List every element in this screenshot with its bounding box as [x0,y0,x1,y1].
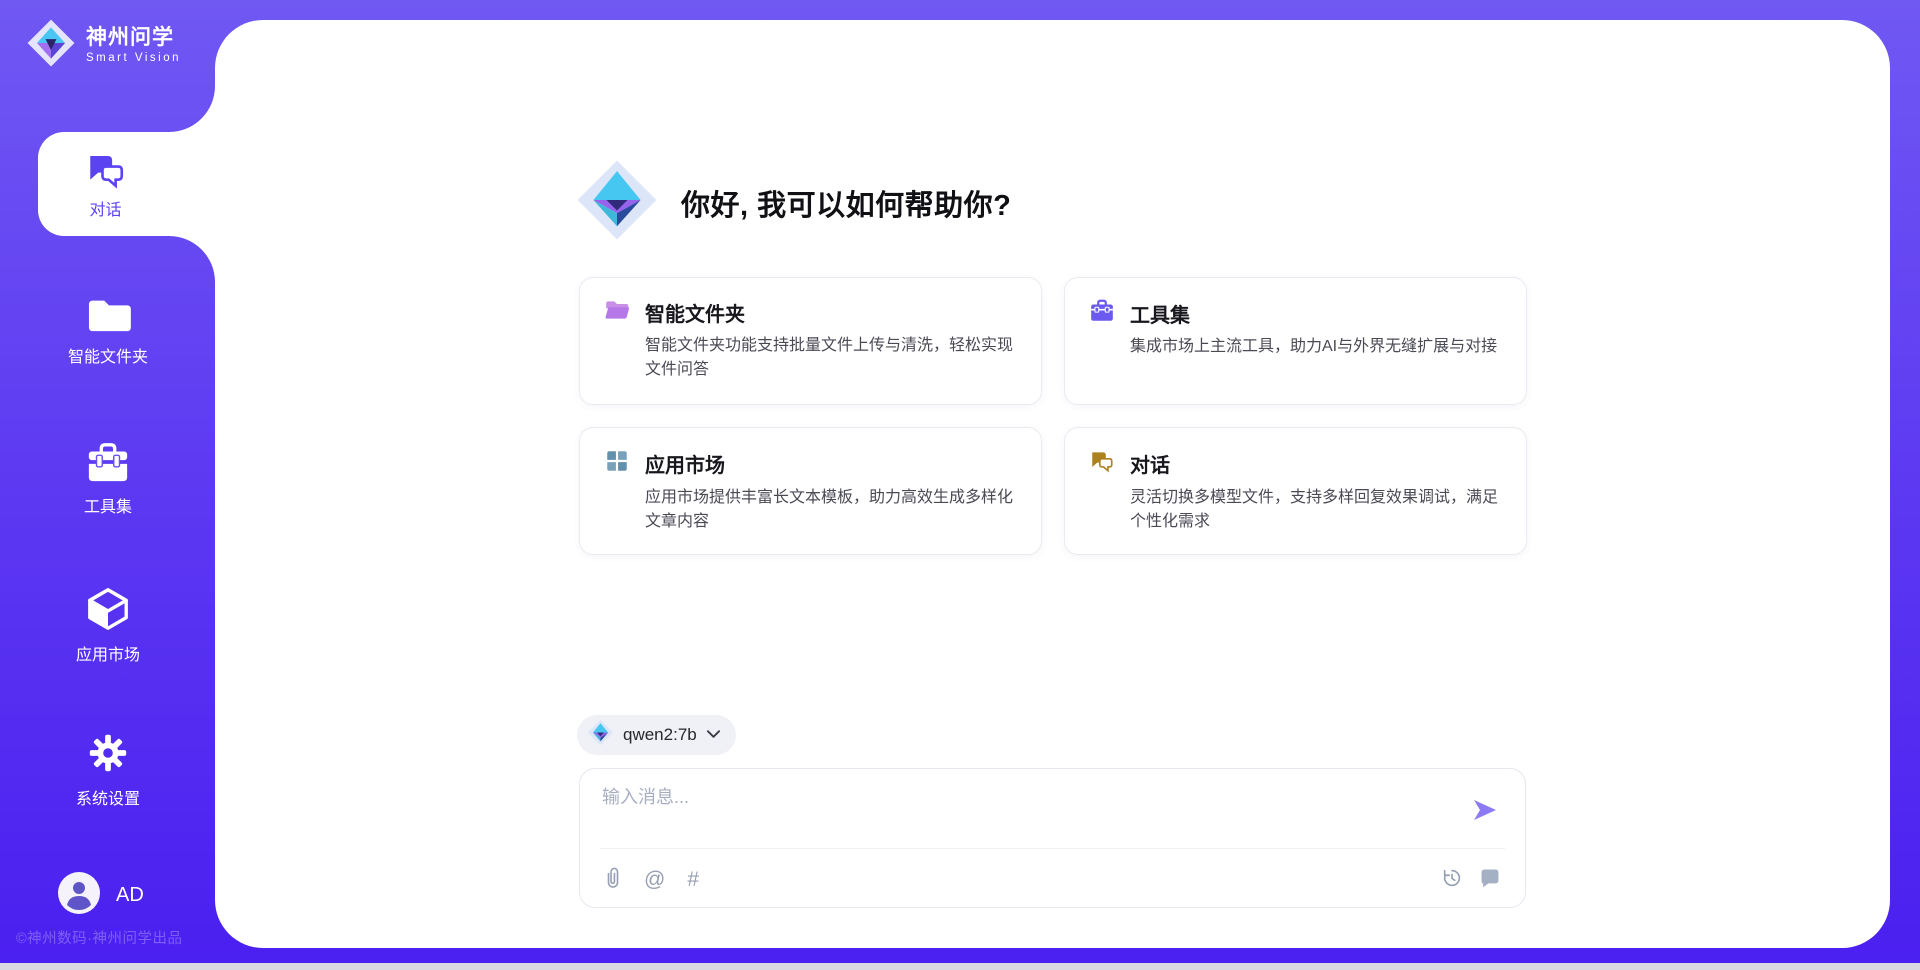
at-icon: @ [644,867,665,893]
send-icon [1471,812,1499,827]
toolbox-icon [8,440,208,484]
sidebar-item-toolset[interactable]: 工具集 [8,440,208,517]
message-input[interactable] [602,783,1442,841]
send-button[interactable] [1471,796,1499,824]
sidebar-item-label: 应用市场 [8,641,208,665]
user-avatar-icon [58,872,100,919]
model-name: qwen2:7b [623,725,697,745]
hash-icon: # [687,867,699,893]
brand-logo: 神州问学 Smart Vision [26,18,181,73]
card-title: 智能文件夹 [645,298,745,327]
greeting: 你好, 我可以如何帮助你? [575,158,1011,247]
card-description: 应用市场提供丰富长文本模板，助力高效生成多样化文章内容 [645,486,1017,534]
gear-icon [8,730,208,776]
tab-fillet-top [169,86,215,132]
history-icon [1441,867,1463,892]
sidebar-item-label: 智能文件夹 [8,343,208,367]
composer-divider [600,848,1505,849]
chat-icon [1089,448,1115,479]
cube-icon [8,586,208,632]
model-selector[interactable]: qwen2:7b [577,715,736,755]
toolbox-icon [1089,298,1115,328]
brand-diamond-icon [575,158,659,247]
brand-tagline: Smart Vision [86,50,181,66]
paperclip-icon [604,865,622,894]
card-smart-folder[interactable]: 智能文件夹 智能文件夹功能支持批量文件上传与清洗，轻松实现文件问答 [579,277,1042,405]
brand-diamond-icon [587,719,614,751]
sidebar-item-label: 对话 [89,196,121,220]
card-title: 工具集 [1130,299,1190,328]
card-description: 灵活切换多模型文件，支持多样回复效果调试，满足个性化需求 [1130,486,1502,534]
sidebar-item-app-market[interactable]: 应用市场 [8,586,208,665]
sidebar-item-label: 系统设置 [8,785,208,809]
card-description: 智能文件夹功能支持批量文件上传与清洗，轻松实现文件问答 [645,334,1017,382]
chat-icon [85,149,127,196]
topic-button[interactable]: # [687,867,699,893]
chat-bubble-icon [1479,868,1501,891]
page-title: 你好, 我可以如何帮助你? [681,182,1011,224]
card-chat[interactable]: 对话 灵活切换多模型文件，支持多样回复效果调试，满足个性化需求 [1064,427,1527,555]
tab-fillet-bottom [169,236,215,282]
folder-icon [8,294,208,334]
sidebar-item-settings[interactable]: 系统设置 [8,730,208,809]
chevron-down-icon [706,726,721,744]
message-composer: @ # [579,768,1526,908]
sidebar-item-label: 工具集 [8,493,208,517]
feature-cards: 智能文件夹 智能文件夹功能支持批量文件上传与清洗，轻松实现文件问答 工具集 集成… [579,277,1526,555]
grid-icon [604,448,630,479]
open-folder-icon [604,298,630,327]
attach-button[interactable] [604,865,622,894]
card-toolset[interactable]: 工具集 集成市场上主流工具，助力AI与外界无缝扩展与对接 [1064,277,1527,405]
sidebar-item-smart-folder[interactable]: 智能文件夹 [8,294,208,367]
sidebar-footer-note: ©神州数码·神州问学出品 [16,927,226,948]
user-name: AD [116,884,144,907]
user-button[interactable]: AD [58,872,144,919]
brand-diamond-icon [26,18,76,73]
window-bottom-edge [0,963,1920,970]
chat-bubble-button[interactable] [1479,868,1501,891]
sidebar-item-chat[interactable]: 对话 [38,132,215,236]
brand-name: 神州问学 [86,26,181,50]
mention-button[interactable]: @ [644,867,665,893]
card-app-market[interactable]: 应用市场 应用市场提供丰富长文本模板，助力高效生成多样化文章内容 [579,427,1042,555]
card-title: 对话 [1130,449,1170,478]
history-button[interactable] [1441,867,1463,892]
sidebar: 神州问学 Smart Vision 对话 智能文件夹 [0,0,215,970]
card-description: 集成市场上主流工具，助力AI与外界无缝扩展与对接 [1130,335,1502,359]
card-title: 应用市场 [645,449,725,478]
